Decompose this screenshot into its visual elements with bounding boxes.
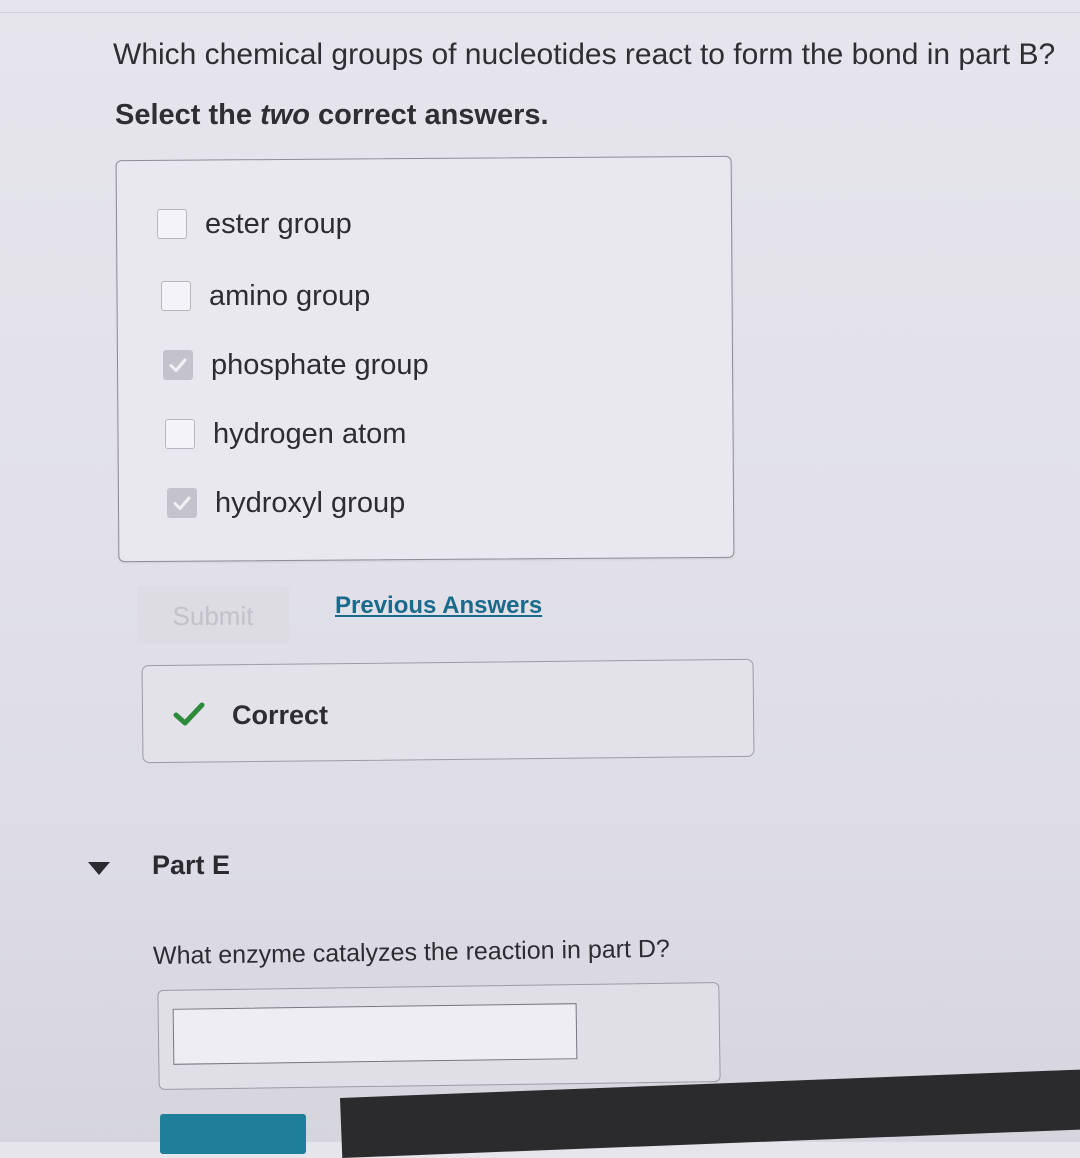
option-label: ester group xyxy=(205,207,352,240)
top-divider xyxy=(0,12,1080,13)
option-ester-group[interactable]: ester group xyxy=(157,204,352,244)
instruction-text: Select the two correct answers. xyxy=(115,99,549,132)
enzyme-answer-input[interactable] xyxy=(172,1003,578,1065)
checkmark-icon xyxy=(172,700,206,733)
checkbox-checked-icon[interactable] xyxy=(163,350,193,380)
submit-button[interactable]: Submit xyxy=(137,586,289,644)
instruction-prefix: Select the xyxy=(115,99,261,131)
part-e-submit-button[interactable] xyxy=(160,1114,306,1154)
instruction-suffix: correct answers. xyxy=(310,99,549,131)
previous-answers-link[interactable]: Previous Answers xyxy=(335,592,542,620)
option-label: hydrogen atom xyxy=(213,417,407,450)
option-label: amino group xyxy=(209,279,371,312)
option-phosphate-group[interactable]: phosphate group xyxy=(163,345,429,385)
option-amino-group[interactable]: amino group xyxy=(161,276,370,316)
option-hydroxyl-group[interactable]: hydroxyl group xyxy=(167,483,405,523)
part-e-question: What enzyme catalyzes the reaction in pa… xyxy=(152,934,671,970)
option-label: phosphate group xyxy=(211,348,429,381)
checkbox-unchecked-icon[interactable] xyxy=(161,281,191,311)
checkbox-unchecked-icon[interactable] xyxy=(165,419,195,449)
checkbox-unchecked-icon[interactable] xyxy=(157,209,187,239)
instruction-emphasis: two xyxy=(260,99,310,131)
feedback-correct-text: Correct xyxy=(232,700,329,730)
collapse-triangle-icon[interactable] xyxy=(88,862,110,875)
checkmark-icon xyxy=(173,496,191,510)
option-hydrogen-atom[interactable]: hydrogen atom xyxy=(165,414,406,454)
checkmark-icon xyxy=(169,358,187,372)
checkbox-checked-icon[interactable] xyxy=(167,488,197,518)
question-text: Which chemical groups of nucleotides rea… xyxy=(113,38,1056,71)
part-e-title[interactable]: Part E xyxy=(152,850,230,881)
option-label: hydroxyl group xyxy=(215,486,406,519)
